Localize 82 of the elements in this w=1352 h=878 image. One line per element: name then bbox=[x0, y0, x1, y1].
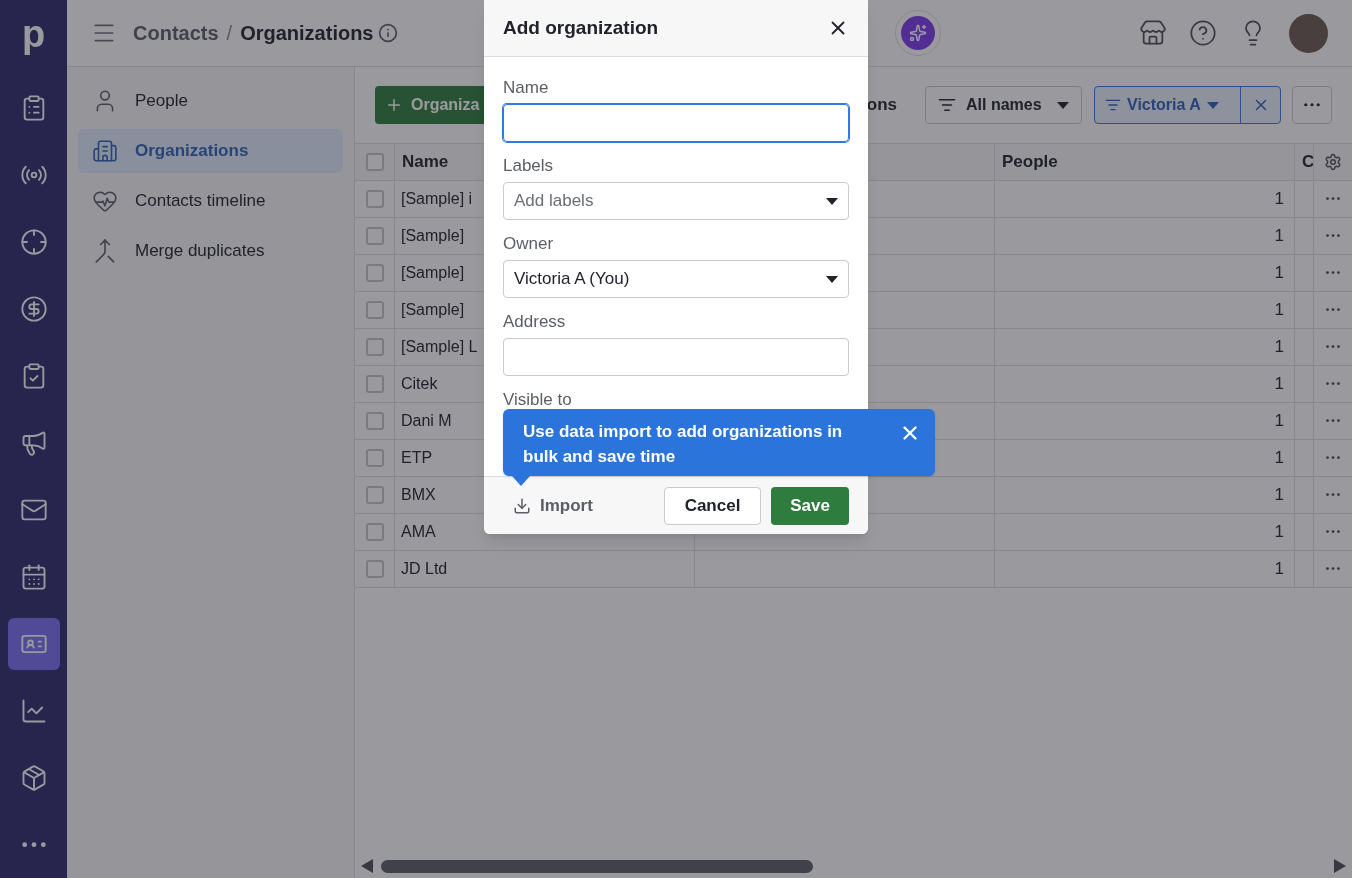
table-cell: 1 bbox=[995, 514, 1295, 551]
caret-icon bbox=[1206, 101, 1219, 109]
table-cell: 1 bbox=[995, 366, 1295, 403]
row-menu-icon[interactable] bbox=[1326, 382, 1340, 386]
breadcrumb-link[interactable]: Contacts bbox=[133, 18, 219, 48]
table-cell: 1 bbox=[995, 181, 1295, 218]
table-cell: 1 bbox=[995, 329, 1295, 366]
plus-icon bbox=[385, 96, 403, 114]
info-icon[interactable] bbox=[377, 23, 398, 43]
cancel-button[interactable]: Cancel bbox=[664, 486, 761, 525]
column-header[interactable]: C bbox=[1295, 143, 1314, 181]
text-field[interactable] bbox=[503, 338, 849, 376]
checkbox[interactable] bbox=[365, 449, 384, 467]
sidebar-item[interactable]: Contacts timeline bbox=[78, 179, 343, 223]
row-menu-icon[interactable] bbox=[1326, 456, 1340, 460]
save-button[interactable]: Save bbox=[771, 486, 849, 525]
select-field[interactable]: Add labels bbox=[503, 182, 849, 220]
scroll-left-icon[interactable] bbox=[361, 859, 373, 873]
field-label: Owner bbox=[503, 234, 555, 253]
checkbox[interactable] bbox=[365, 264, 384, 282]
table-cell: 1 bbox=[995, 477, 1295, 514]
checkbox[interactable] bbox=[365, 227, 384, 245]
table-cell: 1 bbox=[995, 403, 1295, 440]
filter-icon bbox=[1105, 97, 1121, 113]
sidebar-item[interactable]: Merge duplicates bbox=[78, 229, 343, 273]
caret-icon bbox=[1057, 101, 1069, 109]
checkbox[interactable] bbox=[365, 375, 384, 393]
checkbox[interactable] bbox=[365, 338, 384, 356]
nav-item[interactable] bbox=[7, 618, 60, 670]
building-icon bbox=[92, 138, 118, 164]
caret-icon bbox=[826, 197, 838, 205]
dollar-icon bbox=[19, 295, 48, 323]
table-cell: JD Ltd bbox=[395, 551, 695, 588]
checkbox[interactable] bbox=[365, 301, 384, 319]
row-menu-icon[interactable] bbox=[1326, 271, 1340, 275]
checkbox[interactable] bbox=[365, 486, 384, 504]
dialog-title: Add organization bbox=[503, 15, 659, 40]
sidebar-item[interactable]: People bbox=[78, 79, 343, 123]
checkbox[interactable] bbox=[365, 190, 384, 208]
sparkle-icon bbox=[908, 24, 927, 42]
row-menu-icon[interactable] bbox=[1326, 530, 1340, 534]
page-title: Organizations bbox=[240, 21, 374, 46]
row-menu-icon[interactable] bbox=[1326, 567, 1340, 571]
row-menu-icon[interactable] bbox=[1326, 419, 1340, 423]
help-icon[interactable] bbox=[1189, 19, 1217, 47]
table-cell: 1 bbox=[995, 292, 1295, 329]
field-label: Labels bbox=[503, 156, 555, 175]
select-field[interactable]: Victoria A (You) bbox=[503, 260, 849, 298]
breadcrumb-separator: / bbox=[226, 21, 233, 46]
filter-icon bbox=[938, 96, 956, 114]
download-icon bbox=[513, 496, 531, 515]
scroll-right-icon[interactable] bbox=[1334, 859, 1346, 873]
name-filter-dropdown[interactable]: All names bbox=[925, 86, 1082, 124]
heart-pulse-icon bbox=[92, 188, 118, 214]
caret-icon bbox=[826, 275, 838, 283]
checkbox[interactable] bbox=[365, 523, 384, 541]
table-cell: 1 bbox=[995, 551, 1295, 588]
row-menu-icon[interactable] bbox=[1326, 493, 1340, 497]
more-icon[interactable] bbox=[21, 842, 46, 848]
checkbox[interactable] bbox=[365, 560, 384, 578]
avatar[interactable] bbox=[1289, 13, 1328, 53]
row-menu-icon[interactable] bbox=[1326, 308, 1340, 312]
target-icon bbox=[19, 228, 48, 256]
field-label: Address bbox=[503, 312, 567, 331]
scrollbar-thumb[interactable] bbox=[381, 859, 813, 873]
row-menu-icon[interactable] bbox=[1326, 197, 1340, 201]
owner-filter-dropdown[interactable]: Victoria A bbox=[1095, 87, 1241, 123]
checkbox[interactable] bbox=[365, 412, 384, 430]
checkbox[interactable] bbox=[365, 153, 384, 171]
text-field[interactable] bbox=[503, 104, 849, 142]
row-menu-icon[interactable] bbox=[1326, 345, 1340, 349]
store-icon[interactable] bbox=[1139, 19, 1167, 47]
column-header[interactable]: People bbox=[995, 143, 1295, 181]
toolbar-text: ons bbox=[866, 94, 897, 117]
table-cell: 1 bbox=[995, 218, 1295, 255]
table-cell: 1 bbox=[995, 440, 1295, 477]
row-menu-icon[interactable] bbox=[1326, 234, 1340, 238]
table-cell: 1 bbox=[995, 255, 1295, 292]
sidebar-item[interactable]: Organizations bbox=[78, 129, 343, 173]
settings-icon[interactable] bbox=[1324, 153, 1342, 171]
more-icon[interactable] bbox=[1304, 103, 1320, 107]
logo[interactable]: p bbox=[21, 0, 46, 67]
